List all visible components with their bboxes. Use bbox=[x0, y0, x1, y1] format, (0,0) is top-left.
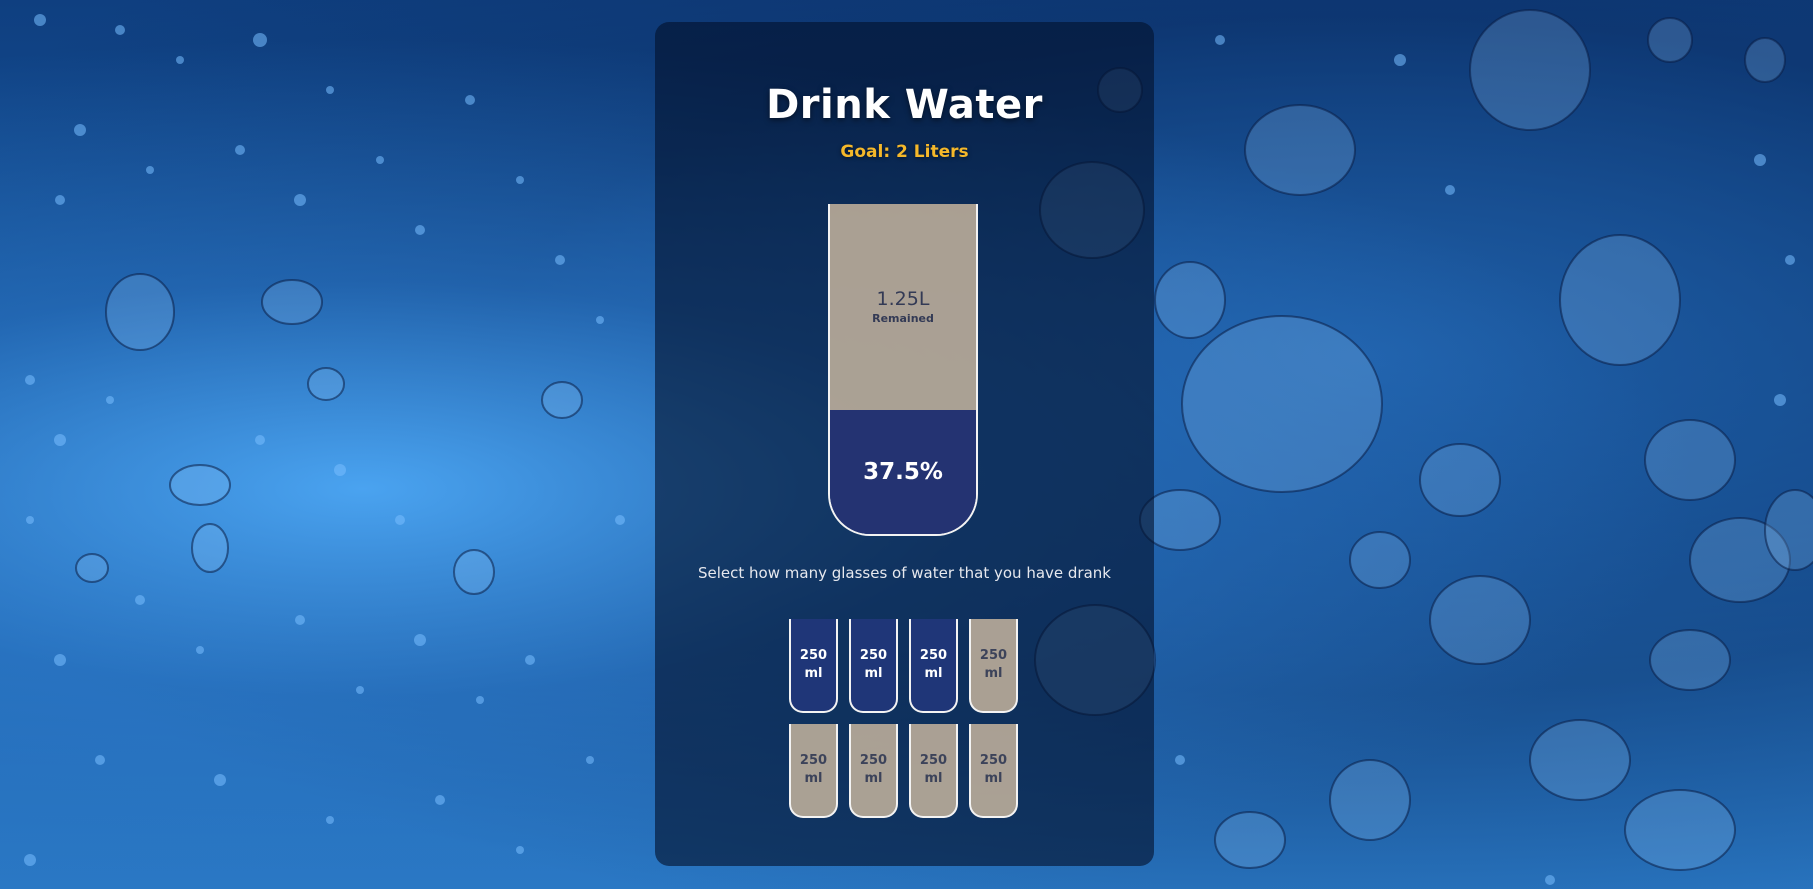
cup-unit: ml bbox=[924, 666, 943, 681]
cup-amount: 250 bbox=[919, 753, 948, 768]
cup-unit: ml bbox=[804, 771, 823, 786]
cup-small[interactable]: 250 ml bbox=[789, 619, 838, 713]
cup-unit: ml bbox=[924, 771, 943, 786]
cup-amount: 250 bbox=[979, 648, 1008, 663]
instruction-text: Select how many glasses of water that yo… bbox=[698, 564, 1111, 582]
cup-unit: ml bbox=[864, 771, 883, 786]
cup-amount: 250 bbox=[799, 648, 828, 663]
goal-text: Goal: 2 Liters bbox=[840, 142, 969, 162]
cup-unit: ml bbox=[804, 666, 823, 681]
cup-small[interactable]: 250 ml bbox=[969, 724, 1018, 818]
cup-label: 250 ml bbox=[860, 752, 887, 788]
cup-small[interactable]: 250 ml bbox=[849, 619, 898, 713]
cup-amount: 250 bbox=[859, 648, 888, 663]
cup-unit: ml bbox=[984, 771, 1003, 786]
remained-label: Remained bbox=[872, 312, 934, 326]
big-cup: 1.25L Remained 37.5% bbox=[828, 204, 978, 536]
cup-unit: ml bbox=[984, 666, 1003, 681]
page-title: Drink Water bbox=[766, 82, 1043, 128]
cup-small[interactable]: 250 ml bbox=[849, 724, 898, 818]
cup-label: 250 ml bbox=[800, 752, 827, 788]
cup-label: 250 ml bbox=[860, 647, 887, 683]
cup-small[interactable]: 250 ml bbox=[969, 619, 1018, 713]
cup-amount: 250 bbox=[859, 753, 888, 768]
cup-amount: 250 bbox=[919, 648, 948, 663]
cup-label: 250 ml bbox=[800, 647, 827, 683]
cup-small[interactable]: 250 ml bbox=[789, 724, 838, 818]
cups-grid: 250 ml 250 ml 250 ml 250 ml 250 ml 250 ml 250 ml 250 ml bbox=[789, 619, 1019, 818]
remained-section: 1.25L Remained bbox=[830, 204, 976, 410]
cup-amount: 250 bbox=[979, 753, 1008, 768]
cup-label: 250 ml bbox=[920, 752, 947, 788]
cup-small[interactable]: 250 ml bbox=[909, 724, 958, 818]
cup-unit: ml bbox=[864, 666, 883, 681]
percentage-fill: 37.5% bbox=[830, 409, 976, 534]
cup-label: 250 ml bbox=[980, 647, 1007, 683]
cup-label: 250 ml bbox=[920, 647, 947, 683]
cup-amount: 250 bbox=[799, 753, 828, 768]
cup-small[interactable]: 250 ml bbox=[909, 619, 958, 713]
remained-amount: 1.25L bbox=[876, 288, 930, 311]
cup-label: 250 ml bbox=[980, 752, 1007, 788]
